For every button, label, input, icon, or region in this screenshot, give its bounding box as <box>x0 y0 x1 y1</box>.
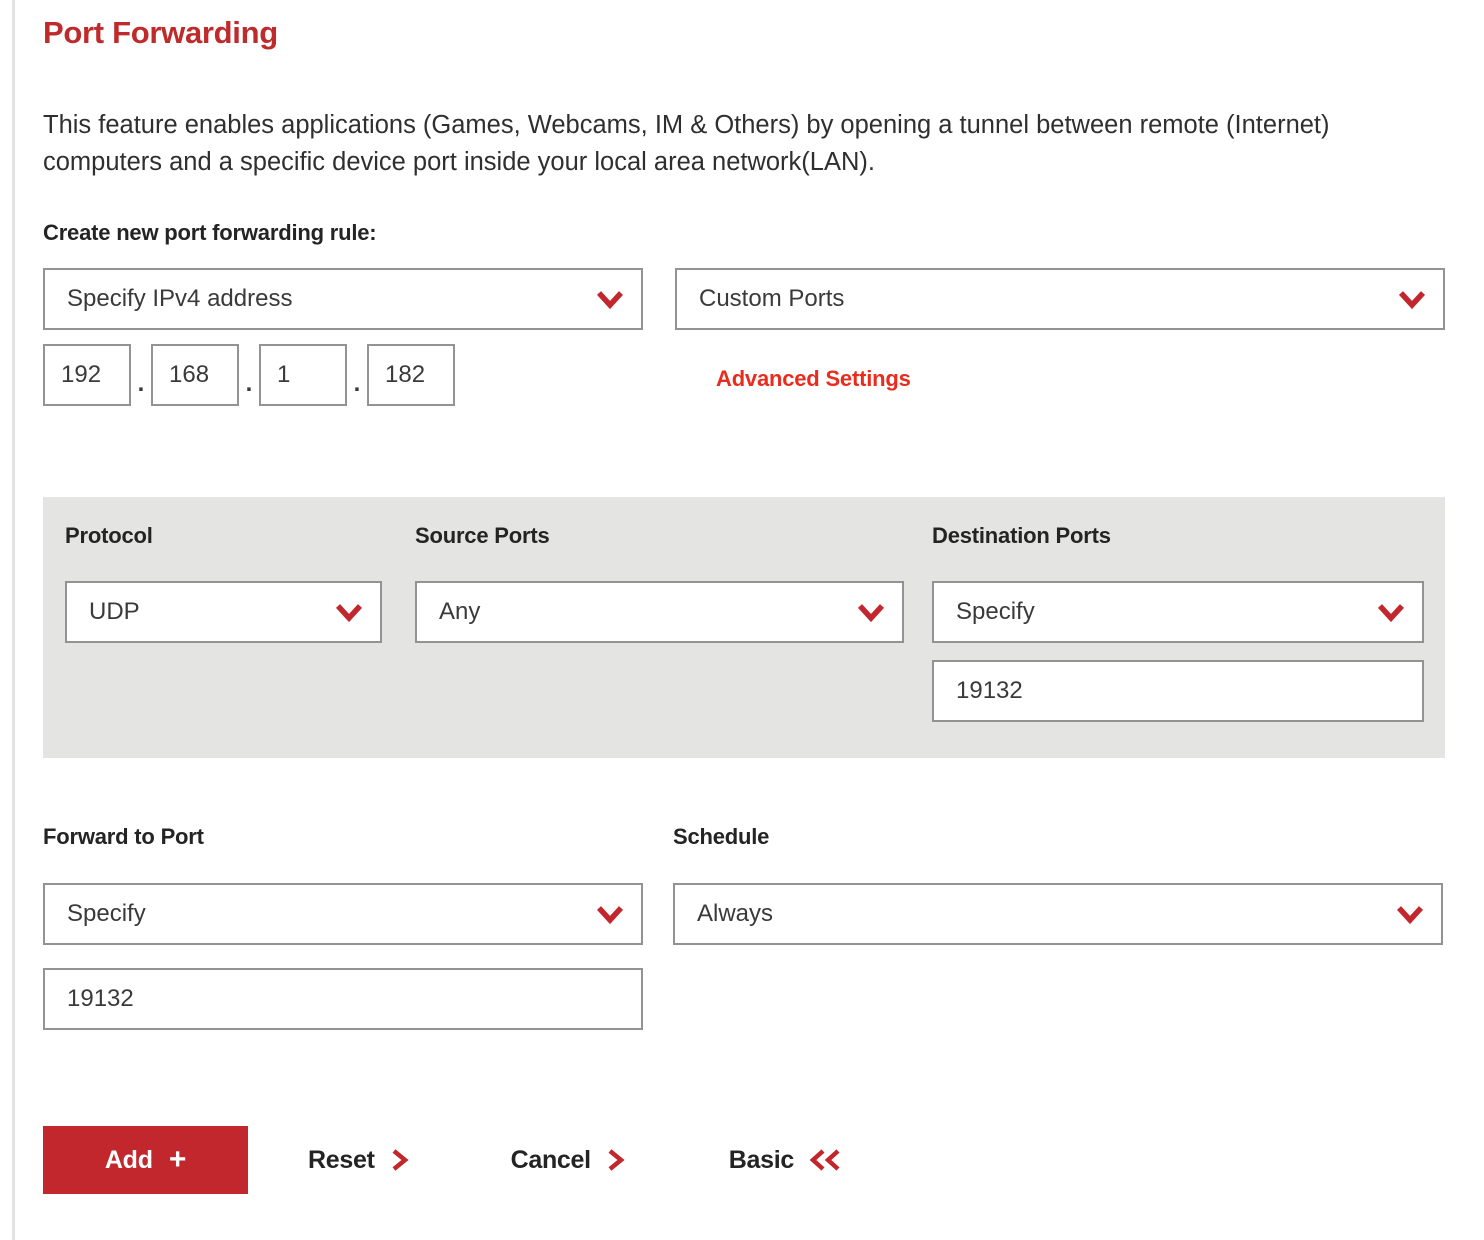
source-ports-label: Source Ports <box>415 523 550 548</box>
destination-ports-select-value: Specify <box>956 598 1035 625</box>
page-title: Port Forwarding <box>43 15 278 50</box>
cancel-button-label: Cancel <box>510 1145 591 1174</box>
chevron-right-icon <box>605 1146 627 1174</box>
chevron-down-icon <box>595 899 625 929</box>
ip-octet-2[interactable]: 168 <box>151 343 239 406</box>
source-ports-select-value: Any <box>439 598 481 625</box>
add-button-label: Add <box>104 1145 153 1174</box>
reset-button[interactable]: Reset <box>302 1126 417 1194</box>
forward-to-port-select-value: Specify <box>67 900 146 927</box>
forward-to-port-select[interactable]: Specify <box>43 883 643 945</box>
protocol-label: Protocol <box>65 523 153 548</box>
plus-icon: + <box>168 1143 187 1176</box>
add-button[interactable]: Add + <box>43 1126 248 1194</box>
ip-separator: . <box>353 369 361 397</box>
advanced-settings-link[interactable]: Advanced Settings <box>716 366 911 392</box>
feature-description: This feature enables applications (Games… <box>43 111 1330 177</box>
chevron-right-icon <box>389 1146 411 1174</box>
forward-port-input[interactable]: 19132 <box>43 968 643 1030</box>
cancel-button[interactable]: Cancel <box>505 1126 633 1194</box>
forward-to-port-label: Forward to Port <box>43 824 204 849</box>
schedule-label: Schedule <box>673 824 770 849</box>
rule-top-row: Specify IPv4 address Custom Ports 192 . … <box>43 246 1484 406</box>
form-actions: Add + Reset Cancel Basic <box>43 1126 850 1194</box>
protocol-select[interactable]: UDP <box>65 581 382 643</box>
ip-octet-4[interactable]: 182 <box>367 343 455 406</box>
chevron-down-icon <box>334 597 364 627</box>
chevron-down-icon <box>1395 899 1425 929</box>
destination-port-input[interactable]: 19132 <box>932 660 1424 722</box>
device-select[interactable]: Specify IPv4 address <box>43 267 643 330</box>
device-select-value: Specify IPv4 address <box>67 284 293 312</box>
destination-ports-select[interactable]: Specify <box>932 581 1424 643</box>
ports-mode-select[interactable]: Custom Ports <box>675 267 1445 330</box>
chevron-double-left-icon <box>808 1146 844 1174</box>
basic-button-label: Basic <box>728 1145 795 1174</box>
create-rule-label: Create new port forwarding rule: <box>43 219 377 245</box>
chevron-down-icon <box>1376 597 1406 627</box>
chevron-down-icon <box>856 597 886 627</box>
ports-mode-select-value: Custom Ports <box>699 284 845 312</box>
chevron-down-icon <box>595 284 625 314</box>
ip-octet-1[interactable]: 192 <box>43 343 131 406</box>
source-ports-select[interactable]: Any <box>415 581 904 643</box>
port-forwarding-page: Port Forwarding This feature enables app… <box>0 0 1484 1240</box>
chevron-down-icon <box>1397 284 1427 314</box>
ip-address-fields: 192 . 168 . 1 . 182 <box>43 343 455 406</box>
protocol-select-value: UDP <box>89 598 140 625</box>
destination-ports-label: Destination Ports <box>932 523 1111 548</box>
schedule-select[interactable]: Always <box>673 883 1443 945</box>
advanced-settings-panel: Protocol Source Ports Destination Ports … <box>43 497 1445 758</box>
basic-button[interactable]: Basic <box>723 1126 850 1194</box>
ip-separator: . <box>245 369 253 397</box>
reset-button-label: Reset <box>308 1145 375 1174</box>
schedule-select-value: Always <box>697 900 774 927</box>
ip-separator: . <box>137 369 145 397</box>
ip-octet-3[interactable]: 1 <box>259 343 347 406</box>
